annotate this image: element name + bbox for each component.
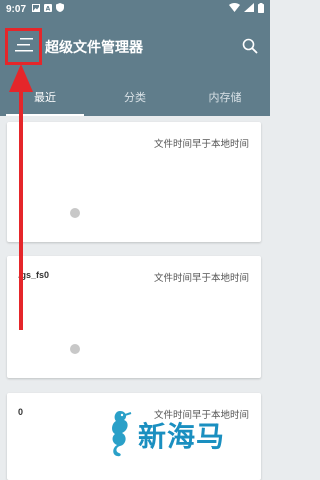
svg-text:A: A [46,5,51,12]
image-icon [32,3,41,15]
file-name: 0 [18,407,24,417]
status-time: 9:07 [6,3,27,15]
search-button[interactable] [242,38,260,56]
tab-category[interactable]: 分类 [90,78,180,116]
search-icon [242,38,258,58]
tab-label: 分类 [124,91,146,104]
thumbnail-placeholder-icon [70,208,80,218]
status-right-icons [229,2,264,16]
app-title: 超级文件管理器 [45,40,143,56]
screen: 9:07 A 超级文件管理器 最近 分类 内存储 文件时间早于本地时间 .gs_… [0,0,270,480]
tab-internal-storage[interactable]: 内存储 [180,78,270,116]
app-bar: 超级文件管理器 [0,18,270,78]
file-card[interactable]: 文件时间早于本地时间 [7,122,261,242]
tab-label: 最近 [34,91,56,104]
wifi-icon [229,3,240,15]
file-time-note: 文件时间早于本地时间 [153,273,249,284]
status-bar: 9:07 A [0,0,270,18]
file-name: .gs_fs0 [18,270,50,280]
battery-icon [258,2,264,16]
menu-button[interactable] [5,28,42,65]
tab-recent[interactable]: 最近 [0,78,90,116]
signal-icon [244,3,254,15]
file-card[interactable]: 0 文件时间早于本地时间 [7,393,261,480]
notification-a-icon: A [44,3,53,15]
file-time-note: 文件时间早于本地时间 [153,139,249,150]
tab-bar: 最近 分类 内存储 [0,78,270,116]
file-time-note: 文件时间早于本地时间 [153,410,249,421]
shield-icon [56,3,65,15]
file-card[interactable]: .gs_fs0 文件时间早于本地时间 [7,256,261,378]
thumbnail-placeholder-icon [70,344,80,354]
tab-label: 内存储 [208,91,242,104]
menu-icon [14,37,33,56]
